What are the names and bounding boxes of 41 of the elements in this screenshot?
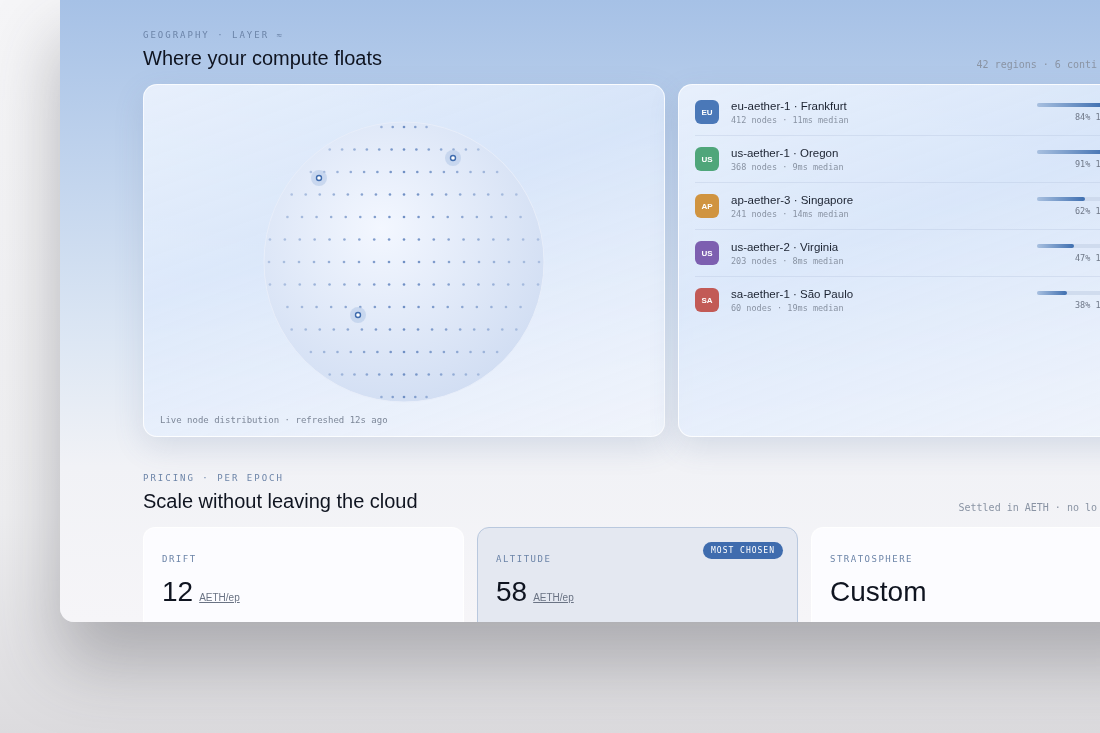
region-detail: 412 nodes · 11ms median (731, 114, 850, 125)
tier-name: DRIFT (162, 554, 197, 564)
region-count: 42 regions · 6 conti (976, 59, 1097, 70)
price-unit: AETH/ep (533, 592, 574, 603)
region-detail: 368 nodes · 9ms median (731, 161, 845, 172)
section-title: Scale without leaving the cloud (143, 490, 418, 513)
region-detail: 60 nodes · 19ms median (731, 302, 845, 313)
tier-name: STRATOSPHERE (830, 554, 914, 564)
region-badge: EU (695, 100, 719, 124)
load-reading: 38% 1 (1074, 299, 1100, 310)
tier-name: ALTITUDE (496, 554, 552, 564)
map-caption: Live node distribution · refreshed 12s ago (160, 415, 388, 425)
region-name: us-aether-2 · Virginia (731, 240, 840, 253)
load-bar (1037, 196, 1100, 201)
load-reading: 47% 1 (1074, 252, 1100, 263)
region-badge: US (695, 241, 719, 265)
region-badge: US (695, 147, 719, 171)
load-bar (1037, 149, 1100, 154)
section-label: GEOGRAPHY · LAYER ≈ (143, 30, 285, 40)
region-name: us-aether-1 · Oregon (731, 146, 840, 159)
section-label: PRICING · PER EPOCH (143, 473, 285, 483)
region-detail: 203 nodes · 8ms median (731, 255, 845, 266)
tier-price: 12 (162, 576, 194, 608)
load-bar (1037, 102, 1100, 107)
section-title: Where your compute floats (143, 47, 382, 70)
price-unit: AETH/ep (199, 592, 240, 603)
tier-price: 58 (496, 576, 528, 608)
tier-price: Custom (830, 576, 927, 608)
most-chosen-badge: MOST CHOSEN (703, 542, 783, 559)
region-detail: 241 nodes · 14ms median (731, 208, 850, 219)
load-reading: 91% 1 (1074, 158, 1100, 169)
region-name: sa-aether-1 · São Paulo (731, 287, 855, 300)
load-bar (1037, 290, 1100, 295)
load-reading: 84% 1 (1074, 111, 1100, 122)
region-badge: SA (695, 288, 719, 312)
region-name: ap-aether-3 · Singapore (731, 193, 855, 206)
region-name: eu-aether-1 · Frankfurt (731, 99, 848, 112)
region-badge: AP (695, 194, 719, 218)
load-reading: 62% 1 (1074, 205, 1100, 216)
settlement-note: Settled in AETH · no lo (958, 502, 1097, 513)
load-bar (1037, 243, 1100, 248)
